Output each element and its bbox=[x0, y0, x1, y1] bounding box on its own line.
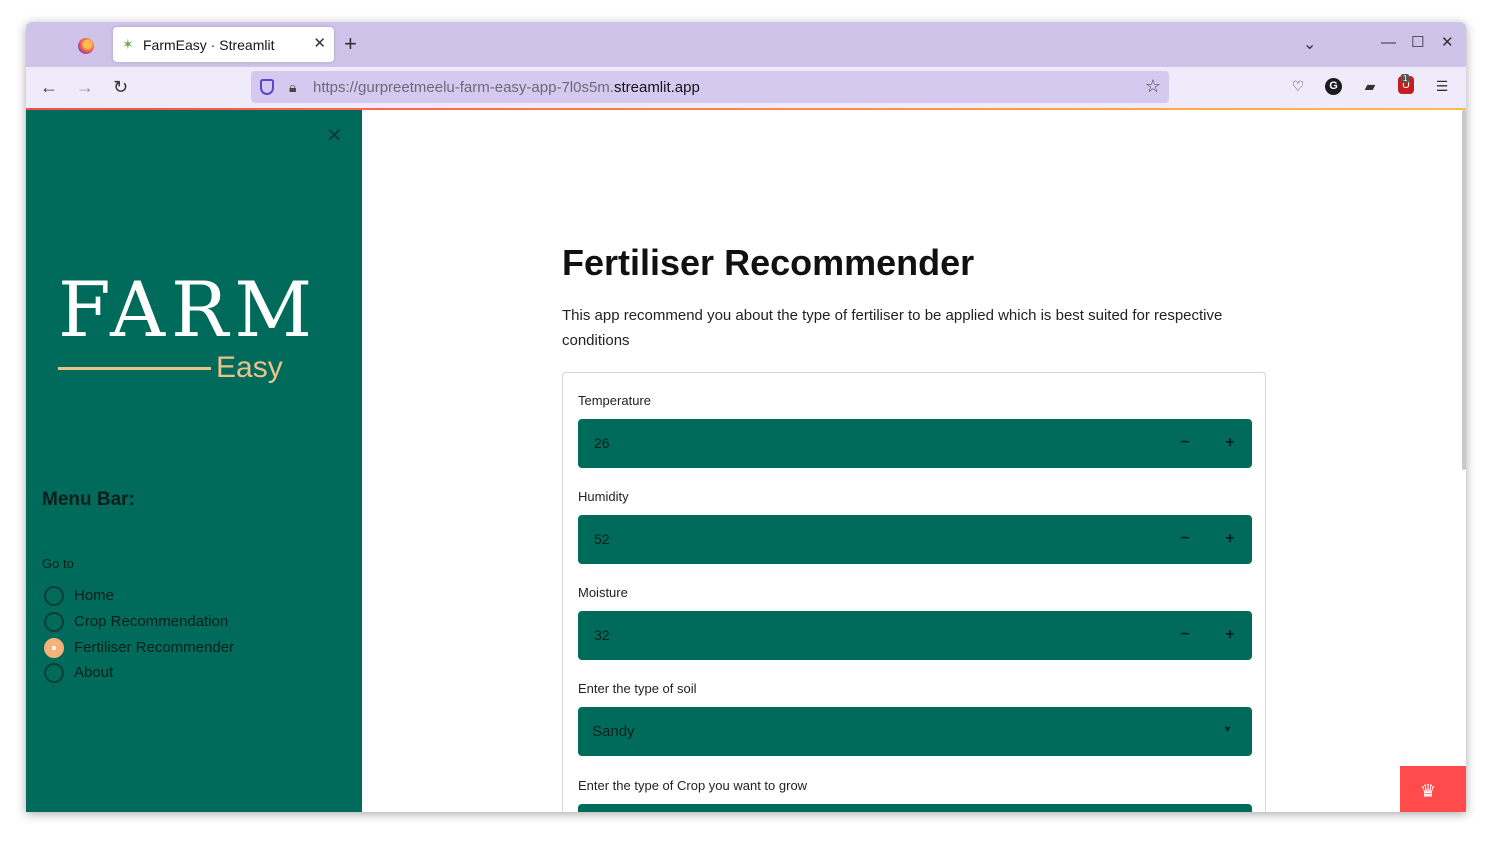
chevron-down-icon[interactable]: ▼ bbox=[1223, 724, 1232, 734]
radio-label[interactable]: About bbox=[74, 664, 113, 681]
radio-circle[interactable] bbox=[44, 586, 64, 606]
logo-underline bbox=[58, 367, 211, 370]
extension-badge: 1 bbox=[1401, 74, 1410, 83]
fertiliser-form: Temperature 26 − + Humidity 52 − + Moist… bbox=[562, 372, 1266, 812]
humidity-input[interactable]: 52 − + bbox=[578, 515, 1252, 564]
maximize-icon[interactable]: ☐ bbox=[1411, 34, 1424, 52]
wheat-icon: ✶ bbox=[122, 36, 134, 52]
streamlit-badge[interactable]: ♛ bbox=[1400, 766, 1466, 812]
page-title: Fertiliser Recommender bbox=[562, 242, 975, 283]
chevron-down-icon[interactable]: ⌄ bbox=[1303, 34, 1316, 54]
bookmark-star-icon[interactable]: ☆ bbox=[1145, 76, 1161, 97]
back-icon[interactable]: ← bbox=[40, 76, 58, 98]
soil-label: Enter the type of soil bbox=[578, 681, 697, 696]
forward-icon[interactable]: → bbox=[76, 76, 94, 98]
scrollbar[interactable] bbox=[1462, 110, 1466, 470]
humidity-label: Humidity bbox=[578, 489, 629, 504]
goto-label: Go to bbox=[42, 556, 74, 571]
reload-icon[interactable]: ↻ bbox=[113, 76, 128, 98]
hamburger-menu-icon[interactable]: ☰ bbox=[1432, 76, 1452, 96]
browser-window: ✶ FarmEasy · Streamlit ✕ + ⌄ — ☐ ✕ ← → ↻… bbox=[26, 22, 1466, 812]
lock-icon[interactable]: 🔒︎ bbox=[289, 79, 296, 96]
shield-icon[interactable] bbox=[260, 79, 274, 95]
url-text[interactable]: https://gurpreetmeelu-farm-easy-app-7l0s… bbox=[313, 79, 700, 96]
minimize-icon[interactable]: — bbox=[1381, 34, 1396, 52]
humidity-value[interactable]: 52 bbox=[594, 531, 610, 547]
new-tab-icon[interactable]: + bbox=[344, 33, 357, 55]
pocket-icon[interactable]: ♡ bbox=[1288, 76, 1308, 96]
close-icon[interactable]: ✕ bbox=[313, 35, 326, 53]
radio-circle[interactable] bbox=[44, 612, 64, 632]
radio-circle-selected[interactable] bbox=[44, 638, 64, 658]
tab-bar: ✶ FarmEasy · Streamlit ✕ + ⌄ — ☐ ✕ bbox=[26, 22, 1466, 67]
sidebar: ✕ FARM Easy Menu Bar: Go to Home Crop Re… bbox=[26, 110, 362, 812]
temperature-label: Temperature bbox=[578, 393, 651, 408]
nav-bar: ← → ↻ 🔒︎ https://gurpreetmeelu-farm-easy… bbox=[26, 67, 1466, 108]
window-close-icon[interactable]: ✕ bbox=[1441, 34, 1454, 52]
menu-title: Menu Bar: bbox=[42, 489, 135, 510]
moisture-decrement-button[interactable]: − bbox=[1173, 625, 1197, 645]
temperature-input[interactable]: 26 − + bbox=[578, 419, 1252, 468]
url-bar[interactable]: 🔒︎ https://gurpreetmeelu-farm-easy-app-7… bbox=[251, 71, 1169, 103]
crop-select[interactable] bbox=[578, 804, 1252, 812]
radio-label[interactable]: Home bbox=[74, 587, 114, 604]
radio-circle[interactable] bbox=[44, 663, 64, 683]
g-extension-icon[interactable]: G bbox=[1325, 78, 1342, 95]
soil-selected-value[interactable]: Sandy bbox=[592, 723, 635, 740]
crop-label: Enter the type of Crop you want to grow bbox=[578, 778, 808, 793]
humidity-increment-button[interactable]: + bbox=[1218, 529, 1242, 549]
radio-label[interactable]: Fertiliser Recommender bbox=[74, 639, 234, 656]
moisture-input[interactable]: 32 − + bbox=[578, 611, 1252, 660]
moisture-label: Moisture bbox=[578, 585, 628, 600]
sidebar-close-icon[interactable]: ✕ bbox=[326, 126, 343, 146]
radio-label[interactable]: Crop Recommendation bbox=[74, 613, 228, 630]
farmeasy-logo: FARM Easy bbox=[58, 272, 312, 388]
page-description: This app recommend you about the type of… bbox=[562, 307, 1223, 349]
temperature-increment-button[interactable]: + bbox=[1218, 433, 1242, 453]
logo-farm-text: FARM bbox=[58, 265, 319, 354]
extension-icon[interactable]: ▰ bbox=[1360, 76, 1380, 96]
main-content: Fertiliser Recommender This app recommen… bbox=[362, 110, 1466, 812]
firefox-icon[interactable] bbox=[78, 38, 94, 54]
soil-select[interactable]: Sandy ▼ bbox=[578, 707, 1252, 756]
humidity-decrement-button[interactable]: − bbox=[1173, 529, 1197, 549]
temperature-decrement-button[interactable]: − bbox=[1173, 433, 1197, 453]
temperature-value[interactable]: 26 bbox=[594, 435, 610, 451]
tab-farmeasy[interactable]: ✶ FarmEasy · Streamlit ✕ bbox=[113, 27, 334, 62]
logo-easy-text: Easy bbox=[216, 351, 283, 384]
moisture-value[interactable]: 32 bbox=[594, 627, 610, 643]
streamlit-crown-icon: ♛ bbox=[1420, 781, 1437, 801]
moisture-increment-button[interactable]: + bbox=[1218, 625, 1242, 645]
tab-title: FarmEasy · Streamlit bbox=[143, 37, 275, 53]
